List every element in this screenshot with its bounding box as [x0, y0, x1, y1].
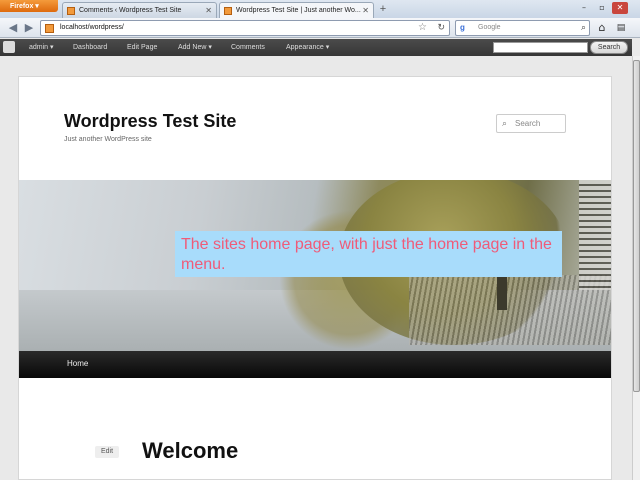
search-icon: ⌕ — [502, 118, 508, 128]
firefox-menu-label: Firefox — [10, 3, 34, 10]
edit-link[interactable]: Edit — [95, 446, 119, 458]
admin-bar-add-new-label: Add New — [178, 44, 207, 51]
tab-home[interactable]: Wordpress Test Site | Just another Wo...… — [219, 2, 374, 18]
search-bar[interactable]: g Google ⌕ — [455, 20, 590, 36]
site-favicon-icon — [224, 7, 232, 15]
admin-bar-user-label: admin — [29, 44, 49, 51]
menu-item-home[interactable]: Home — [67, 356, 88, 372]
reload-icon[interactable]: ↻ — [437, 22, 445, 33]
admin-bar-dashboard[interactable]: Dashboard — [73, 39, 107, 56]
site-menu-bar — [19, 351, 611, 378]
home-icon[interactable]: ⌂ — [595, 21, 609, 35]
admin-bar-search-button[interactable]: Search — [590, 41, 628, 54]
url-text: localhost/wordpress/ — [60, 24, 124, 31]
admin-bar-add-new[interactable]: Add New ▾ — [178, 39, 212, 56]
google-icon[interactable]: g — [460, 23, 465, 32]
forward-arrow-icon[interactable]: ▶ — [22, 21, 36, 35]
admin-bar-appearance[interactable]: Appearance ▾ — [286, 39, 329, 56]
url-bar[interactable]: localhost/wordpress/ ☆ ↻ — [40, 20, 450, 36]
minimize-icon[interactable]: – — [576, 2, 592, 14]
firefox-menu-button[interactable]: Firefox ▾ — [0, 0, 58, 12]
admin-bar-edit-page[interactable]: Edit Page — [127, 39, 157, 56]
site-search-placeholder: Search — [515, 119, 541, 128]
star-icon[interactable]: ☆ — [418, 22, 427, 33]
admin-bar-user[interactable]: admin ▾ — [29, 39, 54, 56]
admin-bar-search-input[interactable] — [493, 42, 588, 53]
annotation-callout: The sites home page, with just the home … — [175, 231, 562, 277]
scrollbar-thumb[interactable] — [633, 60, 640, 392]
site-favicon-icon — [67, 7, 75, 15]
search-icon[interactable]: ⌕ — [581, 22, 586, 33]
bookmarks-menu-icon[interactable]: ▤ — [614, 21, 628, 35]
post-title: Welcome — [142, 438, 239, 463]
site-identity-icon — [45, 24, 54, 33]
tab-title: Comments ‹ Wordpress Test Site — [79, 7, 182, 14]
tab-title: Wordpress Test Site | Just another Wo... — [236, 7, 361, 14]
admin-bar-appearance-label: Appearance — [286, 44, 324, 51]
search-bar-placeholder: Google — [478, 24, 501, 31]
close-tab-icon[interactable]: ✕ — [205, 6, 212, 15]
close-window-icon[interactable]: ✕ — [612, 2, 628, 14]
header-stairs — [579, 180, 611, 290]
site-title[interactable]: Wordpress Test Site — [64, 111, 236, 132]
admin-bar-comments[interactable]: Comments — [231, 39, 265, 56]
maximize-icon[interactable]: ▫ — [594, 2, 610, 14]
new-tab-button[interactable]: + — [376, 3, 390, 17]
site-search-input[interactable]: ⌕ Search — [496, 114, 566, 133]
close-tab-icon[interactable]: ✕ — [362, 6, 369, 15]
site-tagline: Just another WordPress site — [64, 136, 152, 143]
back-arrow-icon[interactable]: ◀ — [6, 21, 20, 35]
tab-comments[interactable]: Comments ‹ Wordpress Test Site ✕ — [62, 2, 217, 18]
wp-logo-icon[interactable] — [3, 41, 15, 53]
